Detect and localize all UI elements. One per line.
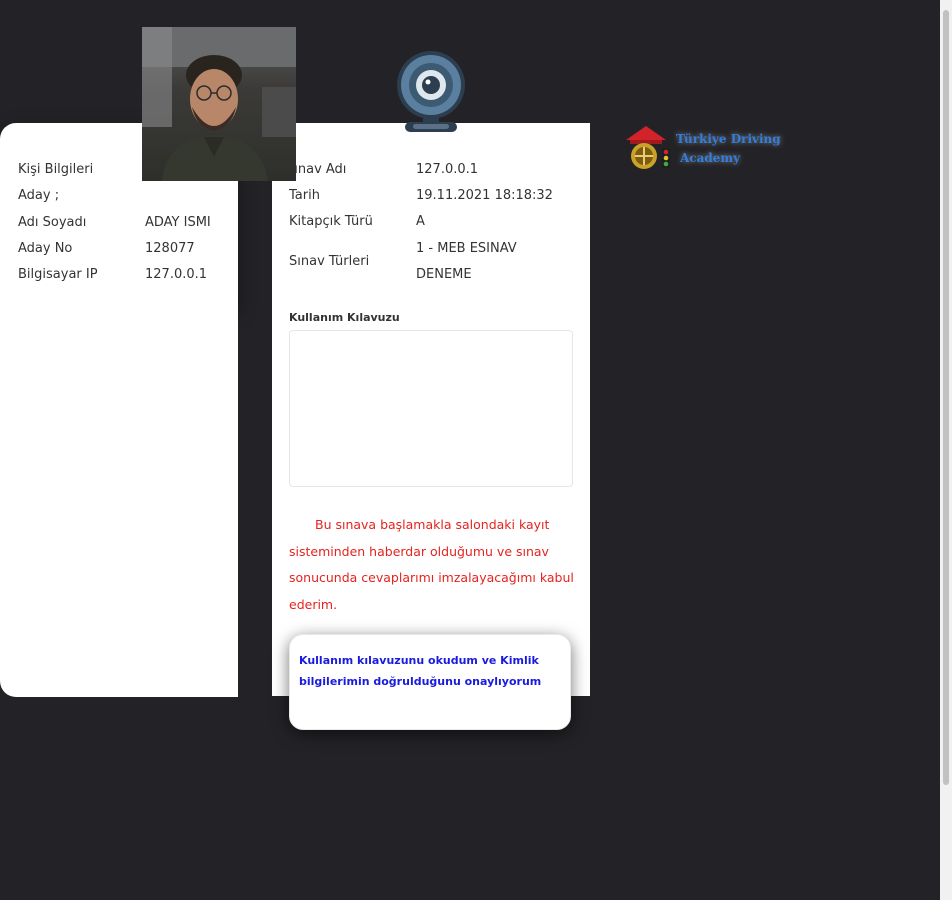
confirm-button-label: Kullanım kılavuzunu okudum ve Kimlik bil…: [299, 654, 542, 688]
consent-text: Bu sınava başlamakla salondaki kayıt sis…: [289, 517, 574, 612]
candidate-card-body: [0, 307, 238, 697]
page-scrollbar-thumb[interactable]: [943, 10, 949, 785]
name-label: Adı Soyadı: [18, 215, 87, 230]
exam-types-value-line2: DENEME: [416, 267, 472, 282]
exam-name-value: 127.0.0.1: [416, 162, 479, 177]
user-guide-box[interactable]: [289, 330, 573, 487]
candidate-label: Aday ;: [18, 188, 60, 203]
logo-line2: Academy: [680, 151, 741, 165]
user-guide-title: Kullanım Kılavuzu: [289, 311, 400, 324]
confirm-button[interactable]: Kullanım kılavuzunu okudum ve Kimlik bil…: [289, 634, 571, 730]
webcam-icon: [393, 50, 469, 136]
booklet-type-label: Kitapçık Türü: [289, 214, 373, 229]
candidate-section-title: Kişi Bilgileri: [18, 162, 94, 177]
academy-logo: Türkiye Driving Academy: [622, 120, 797, 180]
booklet-type-value: A: [416, 214, 425, 229]
candidate-no-value: 128077: [145, 241, 195, 256]
date-value: 19.11.2021 18:18:32: [416, 188, 553, 203]
logo-line1: Türkiye Driving: [676, 132, 781, 146]
computer-ip-value: 127.0.0.1: [145, 267, 208, 282]
name-value: ADAY ISMI: [145, 215, 211, 230]
candidate-photo: [142, 27, 296, 181]
exam-types-value-line1: 1 - MEB ESINAV: [416, 241, 517, 256]
computer-ip-label: Bilgisayar IP: [18, 267, 98, 282]
candidate-no-label: Aday No: [18, 241, 73, 256]
exam-types-label: Sınav Türleri: [289, 254, 370, 269]
date-label: Tarih: [289, 188, 320, 203]
